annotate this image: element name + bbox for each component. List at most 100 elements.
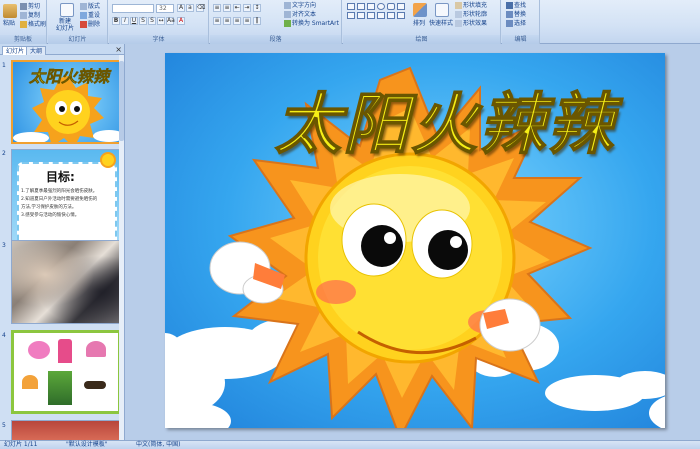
change-case-button[interactable]: Aa: [166, 17, 175, 25]
delete-slide-button[interactable]: 删除: [80, 21, 100, 28]
sunglasses-image: [84, 381, 106, 389]
grow-font-button[interactable]: A: [177, 4, 185, 12]
slide-title[interactable]: 太阳火辣辣: [245, 71, 645, 167]
block-arrow-shape-icon[interactable]: [377, 12, 385, 19]
font-group: 32 A a ⌫ B I U S S ↔ Aa A 字体: [109, 0, 209, 44]
clipboard-group: 粘贴 剪切 复制 格式刷 剪贴板: [0, 0, 47, 44]
text-direction-icon: [284, 2, 291, 9]
arrange-button[interactable]: 排列: [413, 20, 425, 27]
layout-button[interactable]: 版式: [80, 3, 100, 10]
line-spacing-button[interactable]: ↕: [253, 4, 261, 12]
shape-outline-button[interactable]: 形状轮廓: [455, 11, 487, 18]
line-shape-icon[interactable]: [357, 3, 365, 10]
paragraph-group-label: 段落: [210, 35, 341, 44]
triangle-shape-icon[interactable]: [397, 3, 405, 10]
format-painter-button[interactable]: 格式刷: [20, 21, 46, 28]
paste-button[interactable]: 粘贴: [3, 20, 15, 27]
align-left-button[interactable]: ≡: [213, 17, 221, 25]
bold-button[interactable]: B: [112, 17, 120, 25]
tab-outline[interactable]: 大纲: [26, 46, 47, 55]
copy-icon: [20, 12, 27, 19]
layout-icon: [80, 3, 87, 10]
rounded-rect-shape-icon[interactable]: [387, 3, 395, 10]
justify-button[interactable]: ≡: [243, 17, 251, 25]
thumb-number-3: 3: [2, 242, 6, 249]
effects-icon: [455, 20, 462, 27]
strikethrough-button[interactable]: S: [139, 17, 147, 25]
slides-group: 新建 幻灯片 版式 重设 删除 幻灯片: [48, 0, 108, 44]
italic-button[interactable]: I: [121, 17, 129, 25]
quick-styles-icon[interactable]: [435, 3, 449, 17]
slide-thumbnail-3[interactable]: [11, 240, 121, 324]
oval-shape-icon[interactable]: [377, 3, 385, 10]
paste-icon[interactable]: [3, 4, 17, 18]
more-shapes-icon[interactable]: [397, 12, 405, 19]
numbering-button[interactable]: ≡: [223, 4, 231, 12]
drawing-group-label: 绘图: [343, 35, 500, 44]
replace-icon: [506, 11, 513, 18]
new-slide-button-line2[interactable]: 幻灯片: [56, 25, 74, 32]
font-group-label: 字体: [109, 35, 208, 44]
arrow-shape-icon[interactable]: [367, 3, 375, 10]
arrange-icon[interactable]: [413, 3, 427, 17]
smartart-button[interactable]: 转换为 SmartArt: [284, 20, 339, 27]
replace-button[interactable]: 替换: [506, 11, 526, 18]
scrollbar-thumb[interactable]: [119, 61, 124, 141]
star-shape-icon[interactable]: [357, 12, 365, 19]
new-slide-button[interactable]: 新建: [59, 18, 71, 25]
cut-button[interactable]: 剪切: [20, 3, 40, 10]
increase-indent-button[interactable]: ⇥: [243, 4, 251, 12]
new-slide-icon[interactable]: [60, 3, 74, 17]
font-size-select[interactable]: 32: [156, 4, 174, 13]
close-pane-icon[interactable]: ×: [115, 45, 122, 54]
brace-shape-icon[interactable]: [347, 12, 355, 19]
align-text-button[interactable]: 对齐文本: [284, 11, 316, 18]
clear-format-button[interactable]: ⌫: [196, 4, 205, 12]
editing-group: 查找 替换 选择 编辑: [502, 0, 540, 44]
find-button[interactable]: 查找: [506, 2, 526, 9]
thumb-2-line-2: 2.知道夏日户外活动时需要避免晒伤的: [21, 197, 98, 202]
quick-styles-button[interactable]: 快速样式: [429, 20, 453, 27]
rect-shape-icon[interactable]: [347, 3, 355, 10]
binoculars-icon: [506, 2, 513, 9]
shape-fill-button[interactable]: 形状填充: [455, 2, 487, 9]
bullets-button[interactable]: ≡: [213, 4, 221, 12]
reset-button[interactable]: 重设: [80, 12, 100, 19]
reset-icon: [80, 12, 87, 19]
shrink-font-button[interactable]: a: [186, 4, 194, 12]
tab-slides[interactable]: 幻灯片: [2, 46, 29, 55]
fill-icon: [455, 2, 462, 9]
thumb-3-photo: [12, 241, 120, 323]
font-color-button[interactable]: A: [177, 17, 185, 25]
select-button[interactable]: 选择: [506, 20, 526, 27]
shadow-button[interactable]: S: [148, 17, 156, 25]
align-right-button[interactable]: ≡: [233, 17, 241, 25]
underline-button[interactable]: U: [130, 17, 138, 25]
clipboard-group-label: 剪贴板: [0, 35, 46, 44]
slide-thumbnail-4[interactable]: [11, 330, 121, 414]
language-indicator[interactable]: 中文(简体, 中国): [136, 441, 181, 449]
decrease-indent-button[interactable]: ⇤: [233, 4, 241, 12]
cap-image: [86, 341, 106, 357]
thumbnail-scrollbar[interactable]: [119, 55, 124, 440]
scissors-icon: [20, 3, 27, 10]
text-direction-button[interactable]: 文字方向: [284, 2, 316, 9]
align-center-button[interactable]: ≡: [223, 17, 231, 25]
outline-icon: [455, 11, 462, 18]
slides-group-label: 幻灯片: [48, 35, 107, 44]
spacing-button[interactable]: ↔: [157, 17, 165, 25]
slide-thumbnail-1[interactable]: 太阳火辣辣: [11, 60, 121, 144]
slide-canvas: 太阳火辣辣: [125, 44, 700, 440]
columns-button[interactable]: ‖: [253, 17, 261, 25]
thumb-2-line-3: 方法,学习保护皮肤的方法。: [21, 205, 77, 210]
thumb-number-2: 2: [2, 150, 6, 157]
slide-thumbnail-5[interactable]: [11, 420, 121, 440]
copy-button[interactable]: 复制: [20, 12, 40, 19]
thumb-2-heading: 目标:: [46, 170, 75, 184]
flowchart-shape-icon[interactable]: [387, 12, 395, 19]
shape-effects-button[interactable]: 形状效果: [455, 20, 487, 27]
font-name-select[interactable]: [112, 4, 154, 13]
theme-name: "默认设计模板": [66, 441, 108, 448]
slide-1[interactable]: 太阳火辣辣: [165, 53, 665, 428]
callout-shape-icon[interactable]: [367, 12, 375, 19]
